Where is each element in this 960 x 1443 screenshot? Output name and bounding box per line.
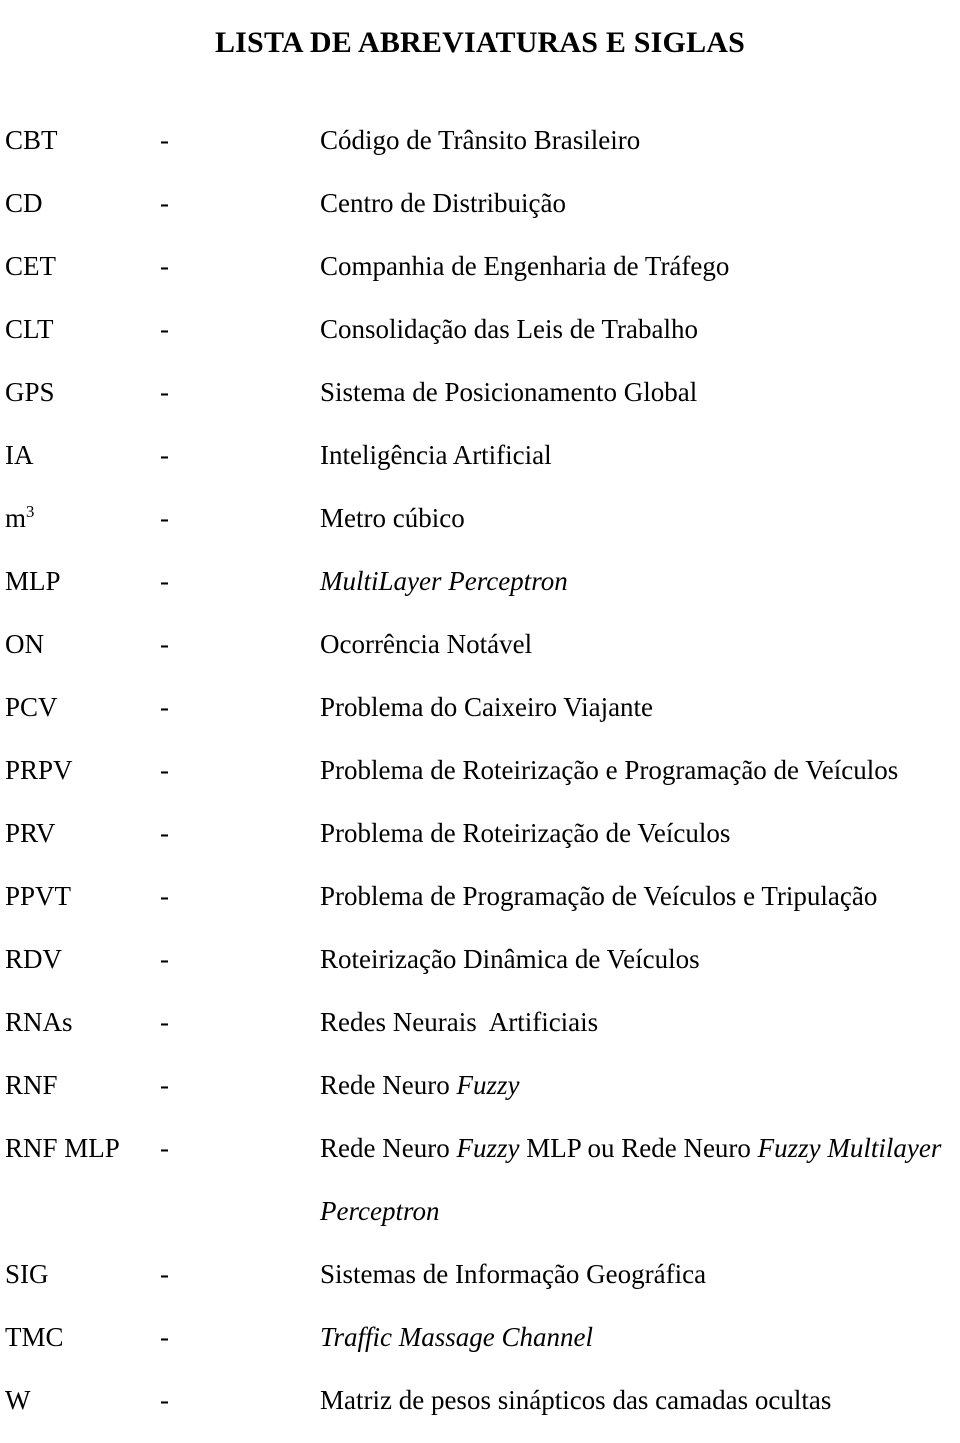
abbreviation-separator: - (160, 125, 169, 155)
abbreviation-definition: Sistemas de Informação Geográfica (320, 1259, 707, 1289)
abbreviation-term: PPVT (5, 881, 72, 911)
abbreviation-entry: TMC - Traffic Massage Channel (0, 1317, 960, 1380)
definition-continuation-line: Perceptron (0, 1191, 960, 1254)
abbreviation-definition: Problema de Roteirização de Veículos (320, 818, 731, 848)
abbreviation-separator: - (160, 1007, 169, 1037)
abbreviation-term: CBT (5, 125, 58, 155)
definition-fragment: Rede Neuro (320, 1133, 457, 1163)
abbreviation-definition: Sistema de Posicionamento Global (320, 377, 698, 407)
abbreviation-separator: - (160, 1259, 169, 1289)
abbreviation-definition: Roteirização Dinâmica de Veículos (320, 944, 700, 974)
abbreviation-entry: PRV - Problema de Roteirização de Veículos (0, 813, 960, 876)
abbreviation-definition: Companhia de Engenharia de Tráfego (320, 251, 730, 281)
abbreviation-entry: CBT - Código de Trânsito Brasileiro (0, 120, 960, 183)
abbreviation-definition: Centro de Distribuição (320, 188, 566, 218)
abbreviation-term: RNF (5, 1070, 58, 1100)
abbreviation-entry: RDV - Roteirização Dinâmica de Veículos (0, 939, 960, 1002)
abbreviation-entry: m3 - Metro cúbico (0, 498, 960, 561)
abbreviation-entry: IA - Inteligência Artificial (0, 435, 960, 498)
abbreviation-definition: Problema do Caixeiro Viajante (320, 692, 654, 722)
abbreviation-definition: Metro cúbico (320, 503, 465, 533)
abbreviation-definition: MultiLayer Perceptron (320, 566, 568, 596)
abbreviation-term: PRV (5, 818, 56, 848)
abbreviation-term: RNAs (5, 1007, 73, 1037)
abbreviation-definition: Rede Neuro Fuzzy MLP ou Rede Neuro Fuzzy… (320, 1128, 941, 1168)
definition-fragment: Fuzzy Multilayer (757, 1133, 942, 1163)
abbreviation-entry: CLT - Consolidação das Leis de Trabalho (0, 309, 960, 372)
abbreviation-separator: - (160, 440, 169, 470)
definition-fragment: MLP ou Rede Neuro (519, 1133, 758, 1163)
page-title: LISTA DE ABREVIATURAS E SIGLAS (214, 26, 746, 60)
abbreviation-definition: Rede Neuro Fuzzy (320, 1065, 519, 1105)
abbreviation-term: TMC (5, 1322, 64, 1352)
abbreviation-entry: MLP - MultiLayer Perceptron (0, 561, 960, 624)
abbreviation-entry: CD - Centro de Distribuição (0, 183, 960, 246)
abbreviation-separator: - (160, 377, 169, 407)
abbreviation-entry: GPS - Sistema de Posicionamento Global (0, 372, 960, 435)
abbreviation-definition: Problema de Programação de Veículos e Tr… (320, 881, 878, 911)
abbreviation-separator: - (160, 1133, 169, 1163)
abbreviation-term: ON (5, 629, 44, 659)
abbreviation-definition: Redes Neurais Artificiais (320, 1007, 599, 1037)
abbreviation-term: GPS (5, 377, 55, 407)
abbreviation-separator: - (160, 1385, 169, 1415)
abbreviation-term: RNF MLP (5, 1133, 120, 1163)
abbreviation-term: m3 (5, 502, 35, 533)
abbreviation-definition: Código de Trânsito Brasileiro (320, 125, 641, 155)
abbreviation-entry: PCV - Problema do Caixeiro Viajante (0, 687, 960, 750)
abbreviation-term: MLP (5, 566, 61, 596)
abbreviation-term: RDV (5, 944, 63, 974)
abbreviation-entry: RNAs - Redes Neurais Artificiais (0, 1002, 960, 1065)
abbreviation-definition: Consolidação das Leis de Trabalho (320, 314, 698, 344)
abbreviation-separator: - (160, 566, 169, 596)
abbreviation-entry: PPVT - Problema de Programação de Veículos… (0, 876, 960, 939)
abbreviation-separator: - (160, 314, 169, 344)
abbreviation-separator: - (160, 1322, 169, 1352)
abbreviation-term: W (5, 1385, 31, 1415)
abbreviation-entry: SIG - Sistemas de Informação Geográfica (0, 1254, 960, 1317)
abbreviation-separator: - (160, 692, 169, 722)
abbreviation-term: CD (5, 188, 43, 218)
abbreviation-separator: - (160, 188, 169, 218)
definition-fragment: Fuzzy (456, 1133, 520, 1163)
abbreviation-entry: RNF MLP - Rede Neuro Fuzzy MLP ou Rede Neu… (0, 1128, 960, 1191)
abbreviation-separator: - (160, 818, 169, 848)
abbreviation-entry: RNF - Rede Neuro Fuzzy (0, 1065, 960, 1128)
abbreviation-entry: W - Matriz de pesos sinápticos das camadas… (0, 1380, 960, 1443)
abbreviation-definition: Ocorrência Notável (320, 629, 533, 659)
abbreviation-definition: Inteligência Artificial (320, 440, 552, 470)
abbreviation-definition: Traffic Massage Channel (320, 1322, 594, 1352)
abbreviation-definition: Problema de Roteirização e Programação d… (320, 755, 899, 785)
abbreviation-entry: ON - Ocorrência Notável (0, 624, 960, 687)
abbreviation-separator: - (160, 881, 169, 911)
abbreviation-term: SIG (5, 1259, 49, 1289)
abbreviation-term: PRPV (5, 755, 73, 785)
abbreviation-term: PCV (5, 692, 58, 722)
definition-fragment: Fuzzy (456, 1070, 520, 1100)
abbreviation-term: IA (5, 440, 34, 470)
abbreviation-separator: - (160, 944, 169, 974)
superscript: 3 (26, 502, 35, 521)
abbreviation-entry: CET - Companhia de Engenharia de Tráfego (0, 246, 960, 309)
abbreviation-entry: PRPV - Problema de Roteirização e Programa… (0, 750, 960, 813)
abbreviation-separator: - (160, 755, 169, 785)
abbreviation-definition: Matriz de pesos sinápticos das camadas o… (320, 1385, 832, 1415)
abbreviation-separator: - (160, 629, 169, 659)
document-page: LISTA DE ABREVIATURAS E SIGLAS CBT - Códig… (0, 0, 960, 1420)
abbreviation-term: CLT (5, 314, 54, 344)
abbreviation-separator: - (160, 1070, 169, 1100)
definition-fragment: Rede Neuro (320, 1070, 457, 1100)
abbreviation-term: CET (5, 251, 56, 281)
definition-continuation-text: Perceptron (320, 1196, 440, 1226)
abbreviation-separator: - (160, 251, 169, 281)
abbreviation-separator: - (160, 503, 169, 533)
abbreviation-list: CBT - Código de Trânsito Brasileiro CD - Cent… (0, 120, 960, 1443)
